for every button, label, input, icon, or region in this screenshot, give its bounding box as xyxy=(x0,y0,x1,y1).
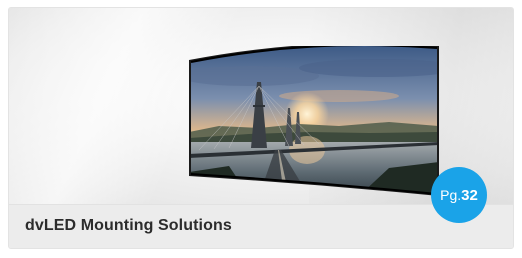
curved-display xyxy=(189,46,439,196)
page-badge-prefix: Pg. xyxy=(440,187,462,203)
card-title[interactable]: dvLED Mounting Solutions xyxy=(25,217,232,235)
page-badge[interactable]: Pg. 32 xyxy=(431,167,487,223)
page-badge-number: 32 xyxy=(461,186,478,204)
curved-led-display-bridge-image xyxy=(189,46,439,196)
